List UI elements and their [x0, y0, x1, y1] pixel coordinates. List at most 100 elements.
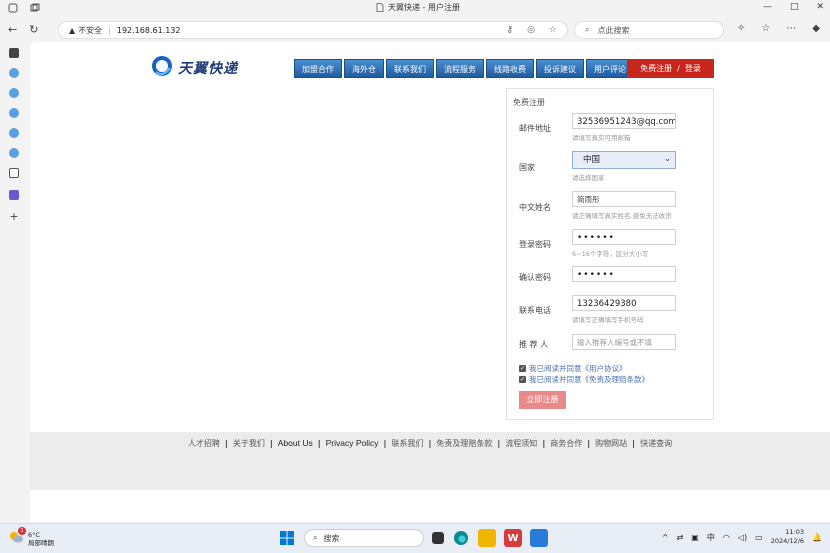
- footer-link-careers[interactable]: 人才招聘: [188, 439, 220, 448]
- agree-user-row[interactable]: ✓ 我已阅读并同意《用户协议》: [519, 363, 627, 374]
- notification-bell-icon[interactable]: 🔔: [812, 533, 822, 542]
- address-bar[interactable]: ▲ 不安全 | 192.168.61.132 ⚷ ◎ ☆: [58, 21, 568, 39]
- sidebar-app-icon[interactable]: [9, 148, 19, 158]
- nav-process[interactable]: 流程服务: [436, 59, 484, 78]
- confirm-password-field[interactable]: ••••••: [572, 266, 676, 282]
- browser-search-box[interactable]: ⌕ 点此搜索: [574, 21, 724, 39]
- agree-terms-checkbox[interactable]: ✓: [519, 376, 526, 383]
- phone-label: 联系电话: [519, 306, 551, 315]
- sidebar-add-icon[interactable]: +: [9, 211, 19, 222]
- profile-icon[interactable]: [8, 3, 18, 13]
- favorite-star-icon[interactable]: ☆: [549, 25, 557, 35]
- name-field[interactable]: 简雨彤: [572, 191, 676, 207]
- footer-separator: |: [497, 439, 501, 448]
- nav-join[interactable]: 加盟合作: [294, 59, 342, 78]
- clock[interactable]: 11:03 2024/12/6: [771, 528, 804, 546]
- agree-user-link[interactable]: 我已阅读并同意《用户协议》: [529, 363, 627, 374]
- browser-tab[interactable]: 天翼快递 - 用户注册: [376, 2, 460, 13]
- chevron-up-icon[interactable]: ^: [662, 533, 669, 542]
- country-select[interactable]: 中国 ⌄: [572, 151, 676, 169]
- footer-separator: |: [632, 439, 636, 448]
- logo-icon: [150, 54, 174, 82]
- register-link[interactable]: 免费注册: [640, 64, 672, 73]
- sidebar-app-icon[interactable]: [9, 88, 19, 98]
- extensions-icon[interactable]: ✧: [737, 23, 745, 34]
- referrer-label: 推 荐 人: [519, 340, 549, 349]
- footer-link-privacy[interactable]: Privacy Policy: [326, 438, 379, 448]
- volume-icon[interactable]: ◁): [738, 533, 747, 542]
- battery-icon[interactable]: ▭: [755, 533, 763, 542]
- footer-links: 人才招聘 | 关于我们 | About Us | Privacy Policy | 联系我们 | 免…: [30, 438, 830, 449]
- browser-titlebar: 天翼快递 - 用户注册 — □ ✕: [0, 0, 830, 18]
- start-windows-icon[interactable]: [278, 529, 296, 547]
- security-warning[interactable]: ▲ 不安全: [69, 25, 102, 36]
- sidebar-app-icon[interactable]: [9, 190, 19, 200]
- app-icon[interactable]: [530, 529, 548, 547]
- site-logo[interactable]: 天翼快递: [150, 54, 238, 82]
- key-icon[interactable]: ⚷: [506, 25, 513, 35]
- file-explorer-icon[interactable]: [478, 529, 496, 547]
- sidebar-app-icon[interactable]: [9, 108, 19, 118]
- footer-link-tracking[interactable]: 快递查询: [640, 439, 672, 448]
- wifi-icon[interactable]: ◠: [723, 533, 730, 542]
- sidebar-tabs-icon[interactable]: [9, 48, 19, 58]
- nav-overseas-warehouse[interactable]: 海外仓: [344, 59, 384, 78]
- submit-register-button[interactable]: 立即注册: [519, 391, 566, 409]
- back-icon[interactable]: ←: [8, 23, 17, 36]
- edge-icon[interactable]: [452, 529, 470, 547]
- weather-widget[interactable]: 1 6°C 局部晴朗: [8, 527, 54, 548]
- maximize-icon[interactable]: □: [790, 2, 799, 12]
- country-hint: 请选择国家: [572, 174, 605, 182]
- network-app-icon[interactable]: ⇄: [677, 533, 684, 542]
- windows-taskbar: 1 6°C 局部晴朗 ⌕ 搜索 W ^ ⇄ ▣ 中 ◠ ◁) ▭ 11:03 2…: [0, 523, 830, 553]
- nav-contact[interactable]: 联系我们: [386, 59, 434, 78]
- register-login-box: 免费注册 / 登录: [627, 59, 714, 78]
- search-icon: ⌕: [313, 533, 318, 542]
- workspaces-icon[interactable]: [30, 3, 40, 13]
- footer-link-business[interactable]: 商务合作: [550, 439, 582, 448]
- more-icon[interactable]: ⋯: [786, 23, 796, 34]
- browser-toolbar: ← ↻ ▲ 不安全 | 192.168.61.132 ⚷ ◎ ☆ ⌕ 点此搜索 …: [0, 18, 830, 42]
- form-title: 免费注册: [513, 98, 545, 107]
- security-label: 不安全: [78, 25, 103, 35]
- weather-desc: 局部晴朗: [28, 538, 54, 547]
- footer-link-terms[interactable]: 免责及理赔条款: [436, 439, 492, 448]
- favorites-icon[interactable]: ☆: [761, 23, 770, 34]
- taskbar-search[interactable]: ⌕ 搜索: [304, 529, 424, 547]
- url-text[interactable]: 192.168.61.132: [117, 26, 181, 35]
- nav-pricing[interactable]: 线路收费: [486, 59, 534, 78]
- refresh-icon[interactable]: ↻: [29, 23, 38, 36]
- name-hint: 请正确填写真实姓名,避免无法收货: [572, 212, 672, 220]
- agree-user-checkbox[interactable]: ✓: [519, 365, 526, 372]
- minimize-icon[interactable]: —: [763, 2, 772, 12]
- login-link[interactable]: 登录: [685, 64, 701, 73]
- footer-link-shopping[interactable]: 购物网站: [595, 439, 627, 448]
- email-field[interactable]: 32536951243@qq.com: [572, 113, 676, 129]
- confirm-label: 确认密码: [519, 273, 551, 282]
- agree-terms-link[interactable]: 我已阅读并同意《免责及理赔条款》: [529, 374, 649, 385]
- close-icon[interactable]: ✕: [816, 2, 824, 12]
- referrer-field[interactable]: 输入推荐人编号或不填: [572, 334, 676, 350]
- nav-complaints[interactable]: 投诉建议: [536, 59, 584, 78]
- password-field[interactable]: ••••••: [572, 229, 676, 245]
- task-view-icon[interactable]: [432, 532, 444, 544]
- sidebar-app-icon[interactable]: [9, 68, 19, 78]
- footer-separator: |: [383, 439, 387, 448]
- search-icon: ⌕: [585, 25, 590, 34]
- sidebar-page-icon[interactable]: [9, 168, 19, 178]
- footer-link-process[interactable]: 流程须知: [505, 439, 537, 448]
- system-tray: ^ ⇄ ▣ 中 ◠ ◁) ▭ 11:03 2024/12/6 🔔: [662, 528, 822, 546]
- read-aloud-icon[interactable]: ◎: [527, 25, 535, 35]
- footer-link-about-us[interactable]: About Us: [278, 438, 313, 448]
- agree-terms-row[interactable]: ✓ 我已阅读并同意《免责及理赔条款》: [519, 374, 649, 385]
- ime-indicator[interactable]: 中: [707, 532, 715, 543]
- sidebar-app-icon[interactable]: [9, 128, 19, 138]
- site-footer: 人才招聘 | 关于我们 | About Us | Privacy Policy | 联系我们 | 免…: [30, 432, 830, 490]
- warning-icon: ▲: [69, 25, 76, 35]
- footer-link-about[interactable]: 关于我们: [233, 439, 265, 448]
- footer-link-contact[interactable]: 联系我们: [391, 439, 423, 448]
- copilot-icon[interactable]: ◆: [812, 23, 820, 34]
- phone-field[interactable]: 13236429380: [572, 295, 676, 311]
- wps-icon[interactable]: W: [504, 529, 522, 547]
- tray-app-icon[interactable]: ▣: [691, 533, 699, 542]
